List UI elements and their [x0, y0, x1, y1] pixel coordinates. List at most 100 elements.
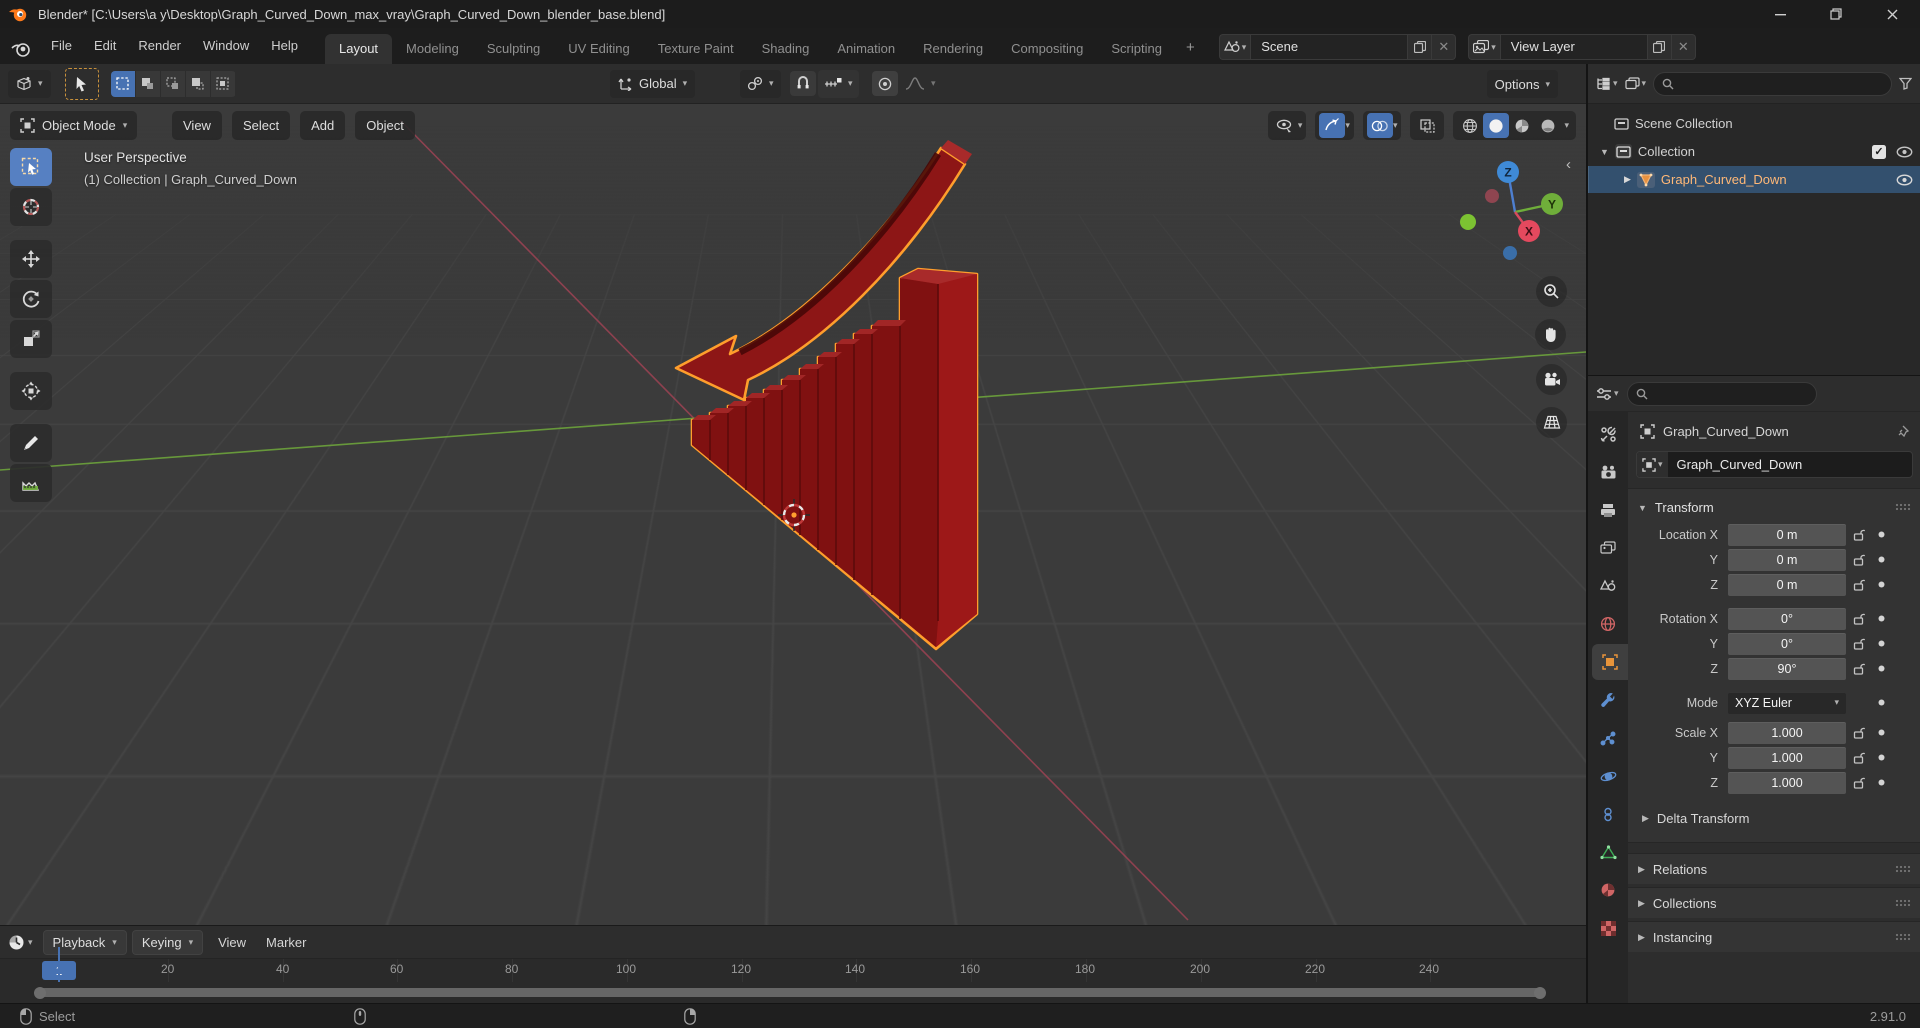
show-gizmos-icon[interactable] — [1319, 113, 1346, 138]
tab-scripting[interactable]: Scripting — [1097, 34, 1176, 64]
expand-icon[interactable]: ▶ — [1624, 174, 1631, 185]
timeline-scrollbar[interactable] — [34, 986, 1546, 999]
tool-select-box[interactable] — [10, 148, 52, 186]
lock-icon[interactable] — [1846, 528, 1872, 541]
instancing-panel[interactable]: ▶ Instancing — [1628, 921, 1920, 952]
menu-edit[interactable]: Edit — [83, 34, 127, 58]
outliner-row-collection[interactable]: ▼ Collection ✓ — [1588, 138, 1920, 165]
ortho-grid-button[interactable] — [1536, 407, 1567, 438]
timeline-ruler[interactable]: 20 40 60 80 100 120 140 160 180 200 220 … — [0, 959, 1586, 982]
outliner-filter-display-icon[interactable]: ▾ — [1624, 77, 1646, 90]
tab-modifiers[interactable] — [1588, 682, 1628, 718]
outliner-search-input[interactable] — [1653, 71, 1892, 96]
show-overlays-icon[interactable] — [1366, 113, 1393, 138]
rotation-z-field[interactable]: 90° — [1728, 657, 1846, 680]
object-mode-dropdown[interactable]: Object Mode ▾ — [10, 111, 138, 140]
outliner-row-object[interactable]: ▶ Graph_Curved_Down — [1588, 166, 1920, 193]
viewport-3d[interactable]: Object Mode ▾ View Select Add Object ▾ ▾… — [0, 104, 1586, 925]
lock-icon[interactable] — [1846, 612, 1872, 625]
options-button[interactable]: Options ▾ — [1486, 70, 1558, 98]
panel-grip-icon[interactable] — [1895, 864, 1911, 874]
timeline-menu-marker[interactable]: Marker — [256, 935, 316, 950]
menu-render[interactable]: Render — [127, 34, 192, 58]
editor-type-3dview-icon[interactable]: ▾ — [8, 69, 51, 98]
delta-transform-panel[interactable]: ▶ Delta Transform — [1628, 802, 1920, 832]
animate-dot-icon[interactable] — [1872, 699, 1890, 706]
viewport-menu-add[interactable]: Add — [300, 111, 346, 140]
tool-annotate[interactable] — [10, 424, 52, 462]
rotation-mode-dropdown[interactable]: XYZ Euler ▾ — [1728, 691, 1846, 714]
object-icon[interactable]: ▾ — [1637, 452, 1668, 477]
scale-y-field[interactable]: 1.000 — [1728, 746, 1846, 769]
scene-selector[interactable]: Scene — [1250, 34, 1409, 60]
tab-tool[interactable] — [1588, 416, 1628, 452]
animate-dot-icon[interactable] — [1872, 779, 1890, 786]
animate-dot-icon[interactable] — [1872, 615, 1890, 622]
overlays-toggle-group[interactable]: ▾ — [1362, 111, 1402, 140]
camera-view-button[interactable] — [1536, 364, 1567, 395]
tab-shading[interactable]: Shading — [748, 34, 824, 64]
select-mode-subtract[interactable] — [160, 70, 185, 97]
sidebar-collapse-icon[interactable]: ‹ — [1566, 156, 1571, 173]
viewport-menu-object[interactable]: Object — [355, 111, 415, 140]
snap-target-dropdown[interactable]: ▾ — [818, 69, 859, 98]
tab-particles[interactable] — [1588, 720, 1628, 756]
properties-search-input[interactable] — [1626, 381, 1817, 406]
tool-measure[interactable] — [10, 464, 52, 502]
view-layer-remove-icon[interactable]: ✕ — [1671, 34, 1696, 60]
tab-compositing[interactable]: Compositing — [997, 34, 1097, 64]
add-workspace-button[interactable]: + — [1176, 34, 1205, 64]
menu-help[interactable]: Help — [260, 34, 309, 58]
tab-rendering[interactable]: Rendering — [909, 34, 997, 64]
animate-dot-icon[interactable] — [1872, 640, 1890, 647]
shading-material-icon[interactable] — [1509, 113, 1535, 138]
select-mode-invert[interactable] — [185, 70, 210, 97]
animate-dot-icon[interactable] — [1872, 581, 1890, 588]
collections-panel[interactable]: ▶ Collections — [1628, 887, 1920, 918]
close-button[interactable] — [1864, 0, 1920, 28]
panel-grip-icon[interactable] — [1895, 503, 1911, 512]
playback-menu[interactable]: Playback ▾ — [42, 929, 127, 955]
timeline-menu-view[interactable]: View — [208, 935, 256, 950]
tab-sculpting[interactable]: Sculpting — [473, 34, 554, 64]
navigation-gizmo[interactable]: Z Y X — [1455, 148, 1575, 268]
zoom-view-button[interactable] — [1536, 276, 1567, 307]
tab-layout[interactable]: Layout — [325, 34, 393, 64]
collection-checkbox[interactable]: ✓ — [1872, 144, 1886, 159]
scene-unlink-icon[interactable]: ✕ — [1432, 34, 1457, 60]
proportional-edit-icon[interactable] — [872, 71, 898, 96]
tab-world[interactable] — [1588, 606, 1628, 642]
viewport-menu-view[interactable]: View — [172, 111, 222, 140]
menu-file[interactable]: File — [40, 34, 83, 58]
breadcrumb-object-name[interactable]: Graph_Curved_Down — [1663, 424, 1789, 439]
tool-transform[interactable] — [10, 372, 52, 410]
scale-z-field[interactable]: 1.000 — [1728, 771, 1846, 794]
select-mode-set[interactable] — [110, 70, 135, 97]
shading-solid-icon[interactable] — [1483, 113, 1510, 138]
restore-button[interactable] — [1808, 0, 1864, 28]
view-layer-selector[interactable]: View Layer — [1499, 34, 1648, 60]
object-visibility-dropdown[interactable]: ▾ — [1267, 111, 1307, 140]
location-z-field[interactable]: 0 m — [1728, 573, 1846, 596]
outliner-filter-icon[interactable] — [1899, 77, 1912, 90]
view-layer-icon[interactable]: ▾ — [1468, 34, 1500, 60]
editor-type-properties-icon[interactable]: ▾ — [1596, 387, 1619, 401]
tab-uv-editing[interactable]: UV Editing — [554, 34, 643, 64]
tab-view-layer[interactable] — [1588, 530, 1628, 566]
rotation-y-field[interactable]: 0° — [1728, 632, 1846, 655]
outliner-row-scene-collection[interactable]: Scene Collection — [1588, 110, 1920, 137]
select-mode-intersect[interactable] — [210, 70, 235, 97]
scene-icon[interactable]: ▾ — [1218, 34, 1251, 60]
view-layer-copy-icon[interactable] — [1647, 34, 1672, 60]
animate-dot-icon[interactable] — [1872, 729, 1890, 736]
tool-rotate[interactable] — [10, 280, 52, 318]
lock-icon[interactable] — [1846, 553, 1872, 566]
panel-grip-icon[interactable] — [1895, 932, 1911, 942]
lock-icon[interactable] — [1846, 637, 1872, 650]
keying-menu[interactable]: Keying ▾ — [131, 929, 204, 955]
shading-rendered-icon[interactable] — [1535, 113, 1561, 138]
lock-icon[interactable] — [1846, 776, 1872, 789]
minimize-button[interactable] — [1752, 0, 1808, 28]
tab-object-data[interactable] — [1588, 834, 1628, 870]
hide-eye-icon[interactable] — [1896, 145, 1913, 158]
